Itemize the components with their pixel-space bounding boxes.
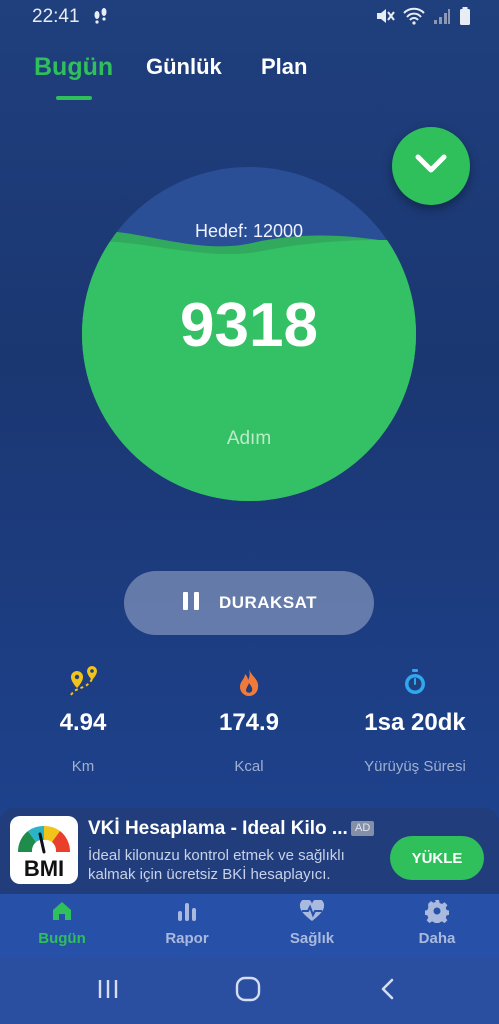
nav-item-today[interactable]: Bugün bbox=[0, 898, 124, 947]
nav-label-more: Daha bbox=[418, 930, 456, 947]
status-bar: 22:41 bbox=[0, 0, 499, 34]
pause-button-label: DURAKSAT bbox=[218, 593, 318, 612]
step-goal-label: Hedef: 12000 bbox=[194, 221, 304, 241]
tab-today[interactable]: Bugün bbox=[34, 53, 113, 82]
chevron-down-icon bbox=[414, 153, 448, 180]
nav-item-health[interactable]: Sağlık bbox=[250, 898, 374, 947]
bar-chart-icon bbox=[125, 898, 249, 924]
nav-label-today: Bugün bbox=[38, 930, 86, 947]
battery-icon bbox=[459, 7, 471, 25]
distance-value: 4.94 bbox=[59, 709, 107, 736]
pause-icon bbox=[181, 591, 201, 616]
tab-daily[interactable]: Günlük bbox=[146, 54, 222, 80]
status-icons bbox=[375, 7, 471, 25]
nav-item-report[interactable]: Rapor bbox=[125, 898, 249, 947]
active-tab-indicator bbox=[56, 96, 92, 100]
status-time: 22:41 bbox=[32, 6, 80, 27]
recent-apps-icon bbox=[96, 977, 120, 1006]
walking-time-value: 1sa 20dk bbox=[364, 709, 466, 736]
back-chevron-icon bbox=[378, 977, 398, 1006]
home-button[interactable] bbox=[228, 975, 268, 1007]
bmi-app-logo[interactable]: BMI bbox=[10, 816, 78, 884]
calories-value: 174.9 bbox=[218, 709, 280, 736]
ad-install-button[interactable]: YÜKLE bbox=[390, 836, 484, 880]
walking-time-label: Yürüyüş Süresi bbox=[364, 758, 466, 775]
nav-label-report: Rapor bbox=[165, 930, 209, 947]
route-pin-icon bbox=[0, 665, 166, 699]
ad-title[interactable]: VKİ Hesaplama - Ideal Kilo ... bbox=[88, 818, 348, 840]
flame-icon bbox=[166, 665, 332, 699]
tab-plan[interactable]: Plan bbox=[261, 54, 307, 80]
ad-badge: AD bbox=[351, 821, 375, 836]
stat-calories: 174.9 Kcal bbox=[166, 665, 332, 775]
ad-description: İdeal kilonuzu kontrol etmek ve sağlıklı… bbox=[88, 847, 345, 883]
pause-button[interactable]: DURAKSAT bbox=[124, 571, 374, 635]
wifi-icon bbox=[403, 7, 425, 25]
stat-distance: 4.94 Km bbox=[0, 665, 166, 775]
gear-icon bbox=[375, 898, 499, 924]
calories-label: Kcal bbox=[234, 758, 264, 775]
back-button[interactable] bbox=[368, 975, 408, 1007]
step-count: 9318 bbox=[180, 291, 318, 360]
mute-icon bbox=[375, 7, 395, 25]
ad-logo-text: BMI bbox=[23, 856, 65, 881]
nav-label-health: Sağlık bbox=[289, 930, 335, 947]
heartbeat-icon bbox=[250, 898, 374, 924]
stat-walking-time: 1sa 20dk Yürüyüş Süresi bbox=[332, 665, 498, 775]
step-unit-label: Adım bbox=[226, 428, 272, 449]
footsteps-icon bbox=[92, 7, 110, 25]
nav-item-more[interactable]: Daha bbox=[375, 898, 499, 947]
distance-label: Km bbox=[71, 758, 95, 775]
signal-icon bbox=[433, 7, 451, 25]
stopwatch-icon bbox=[332, 665, 498, 699]
home-circle-icon bbox=[235, 976, 261, 1007]
recent-apps-button[interactable] bbox=[88, 975, 128, 1007]
home-icon bbox=[0, 898, 124, 924]
